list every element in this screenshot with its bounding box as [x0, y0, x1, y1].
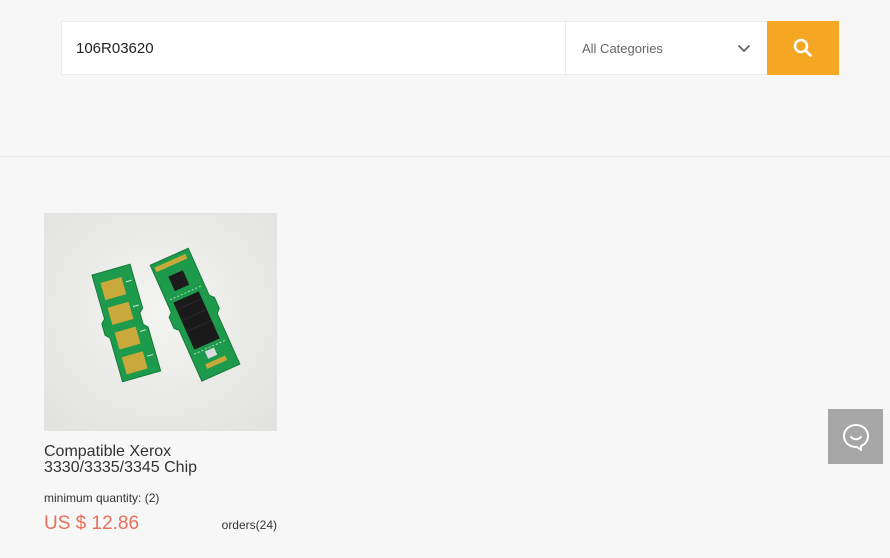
- chat-button[interactable]: [828, 409, 883, 464]
- search-button[interactable]: [767, 21, 839, 75]
- search-icon: [793, 38, 812, 57]
- product-title-line-1: Compatible Xerox: [44, 443, 172, 460]
- orders-count: orders(24): [221, 518, 277, 532]
- category-select-label: All Categories: [582, 40, 663, 56]
- price-row: US $ 12.86 orders(24): [44, 513, 277, 535]
- category-select[interactable]: All Categories: [565, 22, 767, 74]
- chevron-down-icon: [737, 41, 751, 55]
- search-input[interactable]: [62, 22, 565, 74]
- minimum-quantity: minimum quantity: (2): [44, 491, 277, 505]
- product-image[interactable]: [44, 213, 277, 431]
- minimum-quantity-label: minimum quantity:: [44, 491, 142, 505]
- chat-bubble-icon: [842, 423, 869, 451]
- search-bar: All Categories: [61, 21, 839, 75]
- product-card: Compatible Xerox 3330/3335/3345 Chip min…: [44, 213, 277, 535]
- product-title-line-2: 3330/3335/3345 Chip: [44, 459, 198, 476]
- section-divider: [0, 156, 890, 157]
- minimum-quantity-value: (2): [144, 491, 160, 505]
- product-price: US $ 12.86: [44, 513, 140, 534]
- product-title[interactable]: Compatible Xerox 3330/3335/3345 Chip: [44, 444, 277, 476]
